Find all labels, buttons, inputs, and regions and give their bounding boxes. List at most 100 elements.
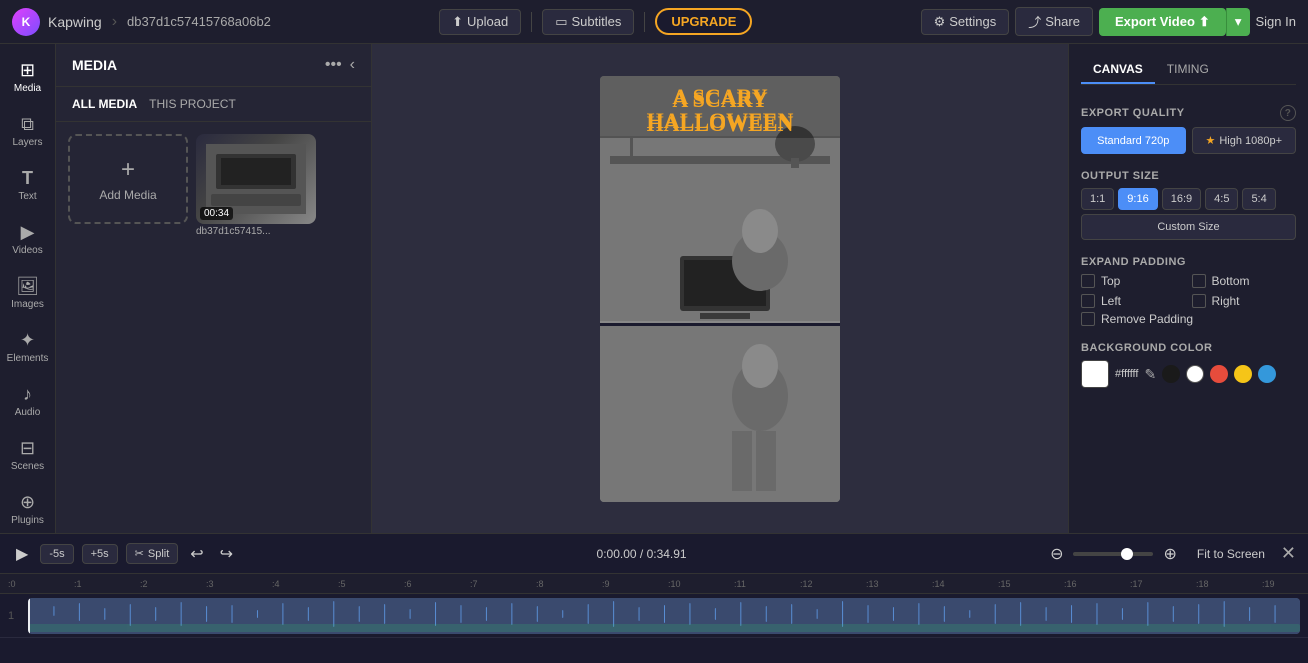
sidebar-item-scenes[interactable]: ⊟ Scenes [2,430,54,480]
ruler-mark-15: :15 [998,579,1064,589]
media-item-0[interactable]: 00:34 db37d1c57415... [196,134,316,521]
sidebar-item-elements[interactable]: ✦ Elements [2,322,54,372]
color-preset-blue[interactable] [1258,365,1276,383]
settings-button[interactable]: ⚙ Settings [921,9,1010,35]
padding-bottom-checkbox[interactable] [1192,274,1206,288]
timeline-close-button[interactable]: ✕ [1281,543,1296,564]
media-thumbnail[interactable]: 00:34 [196,134,316,224]
tab-canvas[interactable]: CANVAS [1081,56,1155,84]
ruler-mark-3: :3 [206,579,272,589]
zoom-out-button[interactable]: ⊖ [1046,542,1067,566]
sidebar-item-layers[interactable]: ⧉ Layers [2,106,54,156]
sidebar-item-plugins[interactable]: ⊕ Plugins [2,484,54,533]
tab-all-media[interactable]: ALL MEDIA [72,95,137,113]
ruler-mark-1: :1 [74,579,140,589]
topbar-center-actions: ⬆ Upload ▭ Subtitles UPGRADE [439,8,752,35]
media-icon: ⊞ [20,60,35,81]
title-line2: HALLOWEEN [600,112,840,136]
sidebar-item-media[interactable]: ⊞ Media [2,52,54,102]
split-button[interactable]: ✂ Split [126,543,179,564]
redo-button[interactable]: ↪ [216,542,237,566]
canvas-title: A SCARY HALLOWEEN [600,84,840,140]
chevron-down-icon: ▾ [1235,14,1242,29]
padding-top-checkbox[interactable] [1081,274,1095,288]
topbar: K Kapwing › db37d1c57415768a06b2 ⬆ Uploa… [0,0,1308,44]
undo-button[interactable]: ↩ [186,542,207,566]
upgrade-button[interactable]: UPGRADE [655,8,752,35]
remove-padding-row[interactable]: Remove Padding [1081,312,1296,326]
edit-color-icon[interactable]: ✎ [1144,366,1156,383]
size-1-1-button[interactable]: 1:1 [1081,188,1114,210]
sidebar-item-videos[interactable]: ▶ Videos [2,214,54,264]
tab-timing[interactable]: TIMING [1155,56,1221,84]
sidebar-item-audio[interactable]: ♪ Audio [2,376,54,426]
sidebar-label-media: Media [14,83,41,94]
timeline-controls: ▶ -5s +5s ✂ Split ↩ ↪ 0:00.00 / 0:34.91 … [0,534,1308,574]
sidebar-item-text[interactable]: T Text [2,160,54,210]
sidebar-item-images[interactable]: 🖼 Images [2,268,54,318]
zoom-slider-thumb[interactable] [1121,548,1133,560]
gear-icon: ⚙ [934,14,946,30]
add-media-button[interactable]: + Add Media [68,134,188,224]
standard-quality-button[interactable]: Standard 720p [1081,127,1186,154]
track-content[interactable] [28,598,1300,634]
upload-button[interactable]: ⬆ Upload [439,9,521,35]
fit-to-screen-button[interactable]: Fit to Screen [1189,544,1273,564]
panel-collapse-button[interactable]: ‹ [350,56,355,74]
subtitles-icon: ▭ [555,14,567,30]
color-hex-value: #ffffff [1115,368,1138,380]
export-quality-label: EXPORT QUALITY ? [1081,105,1296,121]
play-button[interactable]: ▶ [12,542,32,566]
ruler-mark-4: :4 [272,579,338,589]
color-preview-swatch[interactable] [1081,360,1109,388]
output-size-label: OUTPUT SIZE [1081,170,1296,182]
remove-padding-checkbox[interactable] [1081,312,1095,326]
close-icon: ✕ [1281,543,1296,563]
export-label: Export Video [1115,14,1195,29]
info-icon[interactable]: ? [1280,105,1296,121]
high-quality-button[interactable]: ★ High 1080p+ [1192,127,1297,154]
export-button[interactable]: Export Video ⬆ [1099,8,1226,36]
export-dropdown-button[interactable]: ▾ [1226,8,1250,36]
color-preset-red[interactable] [1210,365,1228,383]
color-preset-yellow[interactable] [1234,365,1252,383]
zoom-in-button[interactable]: ⊕ [1159,542,1180,566]
panel-tabs: ALL MEDIA THIS PROJECT [56,87,371,122]
signin-button[interactable]: Sign In [1256,14,1296,29]
ruler-mark-2: :2 [140,579,206,589]
left-panel: MEDIA ••• ‹ ALL MEDIA THIS PROJECT + Add… [56,44,372,533]
size-16-9-button[interactable]: 16:9 [1162,188,1201,210]
ruler-mark-14: :14 [932,579,998,589]
background-color-row: #ffffff ✎ [1081,360,1296,388]
zoom-slider-track[interactable] [1073,552,1153,556]
color-preset-black[interactable] [1162,365,1180,383]
ruler-mark-19: :19 [1262,579,1308,589]
subtitles-button[interactable]: ▭ Subtitles [542,9,634,35]
padding-top[interactable]: Top [1081,274,1186,288]
skip-fwd-button[interactable]: +5s [82,544,118,564]
padding-left[interactable]: Left [1081,294,1186,308]
padding-right[interactable]: Right [1192,294,1297,308]
ruler-mark-8: :8 [536,579,602,589]
time-display: 0:00.00 / 0:34.91 [597,547,687,561]
share-button[interactable]: ⤴ Share [1015,7,1093,36]
padding-right-checkbox[interactable] [1192,294,1206,308]
sidebar-label-text: Text [18,191,36,202]
tab-this-project[interactable]: THIS PROJECT [149,95,236,113]
size-5-4-button[interactable]: 5:4 [1242,188,1275,210]
main-layout: ⊞ Media ⧉ Layers T Text ▶ Videos 🖼 Image… [0,44,1308,533]
skip-back-button[interactable]: -5s [40,544,73,564]
zoom-in-icon: ⊕ [1163,546,1176,563]
size-9-16-button[interactable]: 9:16 [1118,188,1157,210]
padding-grid: Top Bottom Left Right [1081,274,1296,308]
padding-bottom[interactable]: Bottom [1192,274,1297,288]
padding-left-checkbox[interactable] [1081,294,1095,308]
panel-more-button[interactable]: ••• [325,56,342,74]
custom-size-button[interactable]: Custom Size [1081,214,1296,240]
color-preset-white[interactable] [1186,365,1204,383]
ruler-mark-9: :9 [602,579,668,589]
plugins-icon: ⊕ [20,492,35,513]
size-4-5-button[interactable]: 4:5 [1205,188,1238,210]
sidebar-label-plugins: Plugins [11,515,44,526]
media-duration: 00:34 [200,207,233,220]
